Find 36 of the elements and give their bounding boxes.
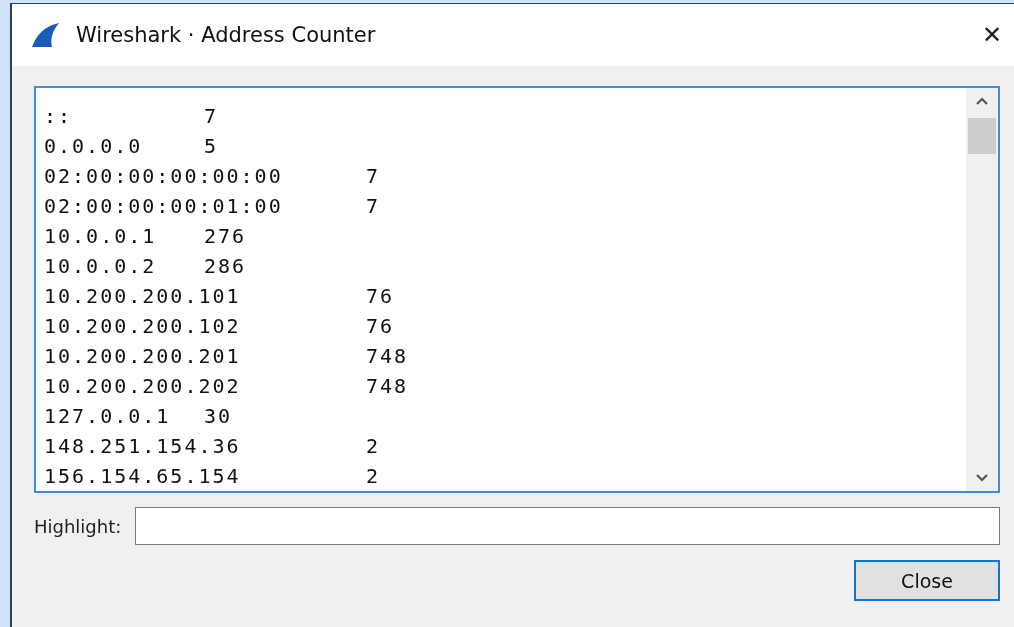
- highlight-label: Highlight:: [34, 515, 122, 537]
- count-text: 7: [366, 164, 381, 188]
- scrollbar-thumb[interactable]: [968, 118, 996, 154]
- address-text: 10.200.200.101: [44, 284, 242, 308]
- address-text: 148.251.154.36: [44, 434, 242, 458]
- address-text: 02:00:00:00:01:00: [44, 194, 284, 218]
- count-text: 276: [204, 224, 247, 248]
- count-text: 7: [204, 104, 219, 128]
- address-text: 156.154.65.154: [44, 464, 242, 488]
- scroll-down-icon[interactable]: [975, 473, 989, 483]
- address-text: 127.0.0.1: [44, 404, 172, 428]
- close-dialog-button[interactable]: Close: [854, 560, 1000, 601]
- address-text: 10.200.200.201: [44, 344, 242, 368]
- count-text: 748: [366, 374, 409, 398]
- address-text: 02:00:00:00:00:00: [44, 164, 284, 188]
- shark-fin-icon: [30, 22, 60, 48]
- count-text: 748: [366, 344, 409, 368]
- count-text: 76: [366, 314, 395, 338]
- count-text: 7: [366, 194, 381, 218]
- address-text: 10.200.200.102: [44, 314, 242, 338]
- scroll-up-icon[interactable]: [975, 96, 989, 106]
- address-text: 10.0.0.1: [44, 224, 158, 248]
- address-text: ::: [44, 104, 74, 128]
- count-text: 2: [366, 464, 381, 488]
- vertical-scrollbar[interactable]: [966, 88, 998, 491]
- address-text: 10.0.0.2: [44, 254, 158, 278]
- window-title: Wireshark · Address Counter: [76, 23, 377, 47]
- address-text: 0.0.0.0: [44, 134, 144, 158]
- count-text: 5: [204, 134, 219, 158]
- close-button[interactable]: ✕: [969, 21, 1014, 49]
- address-text: 10.200.200.202: [44, 374, 242, 398]
- highlight-field[interactable]: [135, 507, 1000, 545]
- count-text: 2: [366, 434, 381, 458]
- count-text: 286: [204, 254, 247, 278]
- count-text: 76: [366, 284, 395, 308]
- count-text: 30: [204, 404, 233, 428]
